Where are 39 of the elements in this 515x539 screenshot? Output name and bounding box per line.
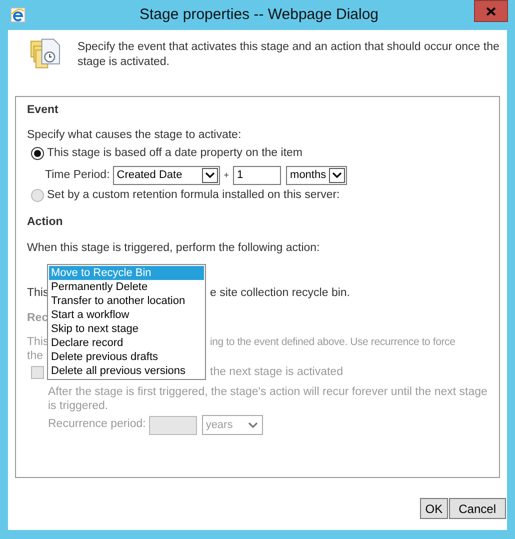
event-prompt: Specify what causes the stage to activate: — [27, 128, 242, 143]
section-heading: Rec — [27, 312, 48, 324]
dropdown-option[interactable]: Skip to next stage — [49, 322, 204, 336]
caret-icon — [204, 172, 215, 179]
date-property-select[interactable]: Created Date — [112, 166, 220, 185]
dialog-button[interactable]: Cancel — [448, 498, 506, 519]
amount-field[interactable]: 1 — [233, 166, 282, 185]
caret-icon — [248, 422, 258, 428]
dropdown-option[interactable]: Delete previous drafts — [49, 350, 204, 364]
action-description: e site collection recycle bin. — [210, 286, 350, 301]
dropdown-option[interactable]: Declare record — [49, 336, 204, 350]
recurrence-period-field — [148, 416, 197, 434]
window-title: Stage properties -- Webpage Dialog — [138, 4, 380, 25]
checkbox-label: the next stage is activated — [210, 365, 343, 380]
dropdown-option[interactable]: Delete all previous versions — [49, 364, 204, 378]
caret-icon — [332, 172, 342, 179]
radio-label: This stage is based off a date property on the item — [47, 146, 302, 161]
radio-label: Set by a custom retention formula installed on this server: — [47, 188, 340, 203]
dropdown-option[interactable]: Permanently Delete — [49, 280, 204, 294]
close-icon — [486, 6, 496, 16]
header-description: Specify the event that activates this stage and an action that should occur once the stage is activated. — [77, 40, 500, 70]
action-prompt: When this stage is triggered, perform the following action: — [27, 241, 321, 256]
documents-clock-icon — [30, 38, 62, 70]
browser-logo-icon — [10, 7, 26, 23]
section-heading: Event — [27, 103, 60, 118]
field-label: Recurrence period: — [48, 417, 146, 432]
recurrence-description: ing to the event defined above. Use recurrence to force — [210, 335, 456, 349]
dropdown-option[interactable]: Start a workflow — [49, 308, 204, 322]
plus-sign: + — [224, 168, 230, 182]
section-heading: Action — [27, 215, 64, 230]
recurrence-description: the — [27, 350, 43, 362]
radio-button[interactable] — [31, 147, 44, 160]
field-label: Time Period: — [45, 168, 110, 183]
recurrence-note: After the stage is first triggered, the stage's action will recur forever until the next stage is triggered. — [48, 385, 488, 413]
dropdown-option[interactable]: Transfer to another location — [49, 294, 204, 308]
close-button[interactable] — [474, 0, 508, 22]
unit-select[interactable]: months — [286, 166, 348, 185]
radio-button[interactable] — [31, 189, 44, 202]
dialog-button[interactable]: OK — [420, 498, 448, 519]
